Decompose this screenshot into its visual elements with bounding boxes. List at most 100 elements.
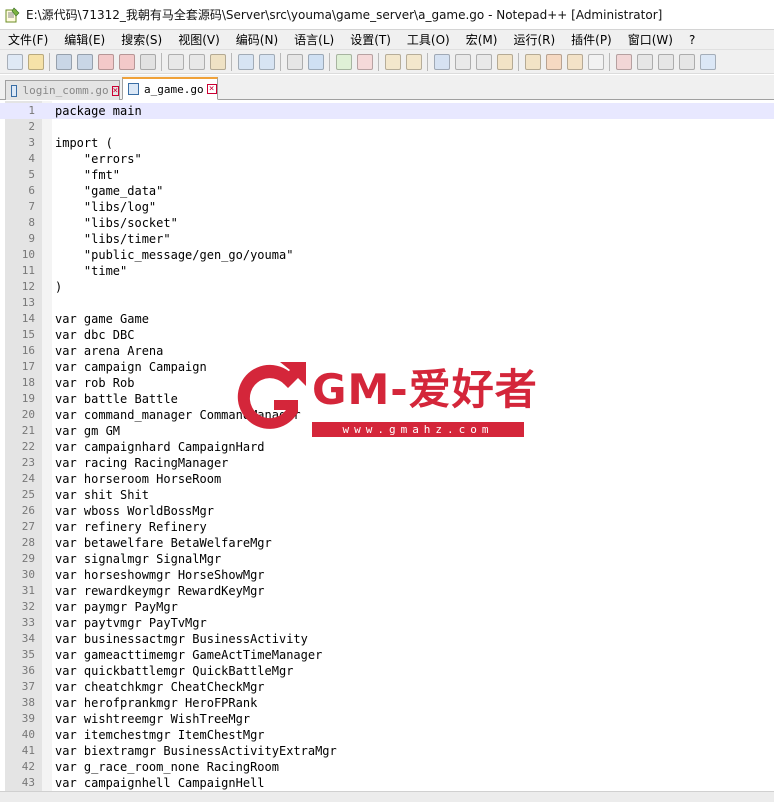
code-line[interactable]: 38 var herofprankmgr HeroFPRank (0, 695, 774, 711)
code-line[interactable]: 1 package main (0, 103, 774, 119)
horizontal-scrollbar[interactable] (0, 791, 774, 802)
code-line[interactable]: 32 var paymgr PayMgr (0, 599, 774, 615)
code-line[interactable]: 43 var campaignhell CampaignHell (0, 775, 774, 791)
zoom-in-icon[interactable] (335, 53, 352, 70)
code-line[interactable]: 40 var itemchestmgr ItemChestMgr (0, 727, 774, 743)
code-text: var gameacttimemgr GameActTimeManager (55, 648, 323, 662)
function-list-icon[interactable] (545, 53, 562, 70)
indent-guide-icon[interactable] (475, 53, 492, 70)
code-line[interactable]: 30 var horseshowmgr HorseShowMgr (0, 567, 774, 583)
code-line[interactable]: 24 var horseroom HorseRoom (0, 471, 774, 487)
code-line[interactable]: 27 var refinery Refinery (0, 519, 774, 535)
menu-item[interactable]: 窗口(W) (620, 30, 681, 50)
code-line[interactable]: 3 import ( (0, 135, 774, 151)
code-line[interactable]: 9 "libs/timer" (0, 231, 774, 247)
run-macro-multiple-icon[interactable] (678, 53, 695, 70)
code-line[interactable]: 2 (0, 119, 774, 135)
save-icon[interactable] (55, 53, 72, 70)
monitor-icon[interactable] (587, 53, 604, 70)
code-line[interactable]: 35 var gameacttimemgr GameActTimeManager (0, 647, 774, 663)
code-editor[interactable]: 1 package main 2 3 import (4 "errors" 5 "fmt"… (0, 101, 774, 802)
code-line[interactable]: 34 var businessactmgr BusinessActivity (0, 631, 774, 647)
code-line[interactable]: 41 var biextramgr BusinessActivityExtraMg… (0, 743, 774, 759)
code-line[interactable]: 36 var quickbattlemgr QuickBattleMgr (0, 663, 774, 679)
save-all-icon[interactable] (76, 53, 93, 70)
record-macro-icon[interactable] (615, 53, 632, 70)
code-text: var wishtreemgr WishTreeMgr (55, 712, 251, 726)
menu-item[interactable]: 语言(L) (286, 30, 342, 50)
zoom-out-icon[interactable] (356, 53, 373, 70)
play-macro-icon[interactable] (657, 53, 674, 70)
code-line[interactable]: 8 "libs/socket" (0, 215, 774, 231)
file-icon (128, 83, 139, 95)
code-line[interactable]: 11 "time" (0, 263, 774, 279)
redo-icon[interactable] (258, 53, 275, 70)
word-wrap-icon[interactable] (433, 53, 450, 70)
close-all-icon[interactable] (118, 53, 135, 70)
code-text: "libs/log" (55, 200, 157, 214)
print-icon[interactable] (139, 53, 156, 70)
menu-item[interactable]: 视图(V) (170, 30, 228, 50)
code-line[interactable]: 23 var racing RacingManager (0, 455, 774, 471)
stop-macro-icon[interactable] (636, 53, 653, 70)
tab-close-icon[interactable]: × (111, 85, 119, 96)
code-line[interactable]: 10 "public_message/gen_go/youma" (0, 247, 774, 263)
save-macro-icon[interactable] (699, 53, 716, 70)
close-icon[interactable] (97, 53, 114, 70)
code-text: var herofprankmgr HeroFPRank (55, 696, 258, 710)
code-line[interactable]: 15 var dbc DBC (0, 327, 774, 343)
code-line[interactable]: 39 var wishtreemgr WishTreeMgr (0, 711, 774, 727)
code-line[interactable]: 7 "libs/log" (0, 199, 774, 215)
toolbar-separator (161, 52, 162, 71)
menu-item[interactable]: 设置(T) (342, 30, 399, 50)
toolbar-separator (280, 52, 281, 71)
code-line[interactable]: 12) (0, 279, 774, 295)
line-number: 17 (21, 360, 35, 373)
paste-icon[interactable] (209, 53, 226, 70)
menu-item[interactable]: 文件(F) (0, 30, 56, 50)
menu-item[interactable]: 插件(P) (563, 30, 620, 50)
code-line[interactable]: 14 var game Game (0, 311, 774, 327)
code-line[interactable]: 31 var rewardkeymgr RewardKeyMgr (0, 583, 774, 599)
tab-close-icon[interactable]: × (206, 84, 217, 94)
user-lang-icon[interactable] (496, 53, 513, 70)
menu-item[interactable]: 运行(R) (505, 30, 563, 50)
copy-icon[interactable] (188, 53, 205, 70)
code-text: var shit Shit (55, 488, 149, 502)
menu-item[interactable]: 搜索(S) (113, 30, 170, 50)
menu-item[interactable]: 工具(O) (399, 30, 458, 50)
find-icon[interactable] (286, 53, 303, 70)
menu-item[interactable]: 编码(N) (228, 30, 286, 50)
menu-item[interactable]: 编辑(E) (56, 30, 113, 50)
code-line[interactable]: 42 var g_race_room_none RacingRoom (0, 759, 774, 775)
doc-map-icon[interactable] (524, 53, 541, 70)
code-line[interactable]: 26 var wboss WorldBossMgr (0, 503, 774, 519)
code-line[interactable]: 37 var cheatchkmgr CheatCheckMgr (0, 679, 774, 695)
undo-icon[interactable] (237, 53, 254, 70)
open-file-icon[interactable] (27, 53, 44, 70)
code-line[interactable]: 28 var betawelfare BetaWelfareMgr (0, 535, 774, 551)
cut-icon[interactable] (167, 53, 184, 70)
sync-h-icon[interactable] (405, 53, 422, 70)
code-text: var signalmgr SignalMgr (55, 552, 222, 566)
tab-login-comm[interactable]: login_comm.go × (5, 80, 120, 100)
code-line[interactable]: 13 (0, 295, 774, 311)
tab-a-game[interactable]: a_game.go × (122, 77, 218, 100)
code-line[interactable]: 25 var shit Shit (0, 487, 774, 503)
menu-item[interactable]: 宏(M) (458, 30, 506, 50)
line-number: 13 (21, 296, 35, 309)
line-number: 32 (21, 600, 35, 613)
code-line[interactable]: 33 var paytvmgr PayTvMgr (0, 615, 774, 631)
code-line[interactable]: 5 "fmt" (0, 167, 774, 183)
show-all-chars-icon[interactable] (454, 53, 471, 70)
new-file-icon[interactable] (6, 53, 23, 70)
code-line[interactable]: 29 var signalmgr SignalMgr (0, 551, 774, 567)
sync-v-icon[interactable] (384, 53, 401, 70)
notepadpp-app-icon[interactable] (4, 7, 20, 23)
folder-workspace-icon[interactable] (566, 53, 583, 70)
code-line[interactable]: 6 "game_data" (0, 183, 774, 199)
menu-item[interactable]: ? (681, 30, 703, 50)
code-line[interactable]: 4 "errors" (0, 151, 774, 167)
code-text: var horseroom HorseRoom (55, 472, 222, 486)
replace-icon[interactable] (307, 53, 324, 70)
